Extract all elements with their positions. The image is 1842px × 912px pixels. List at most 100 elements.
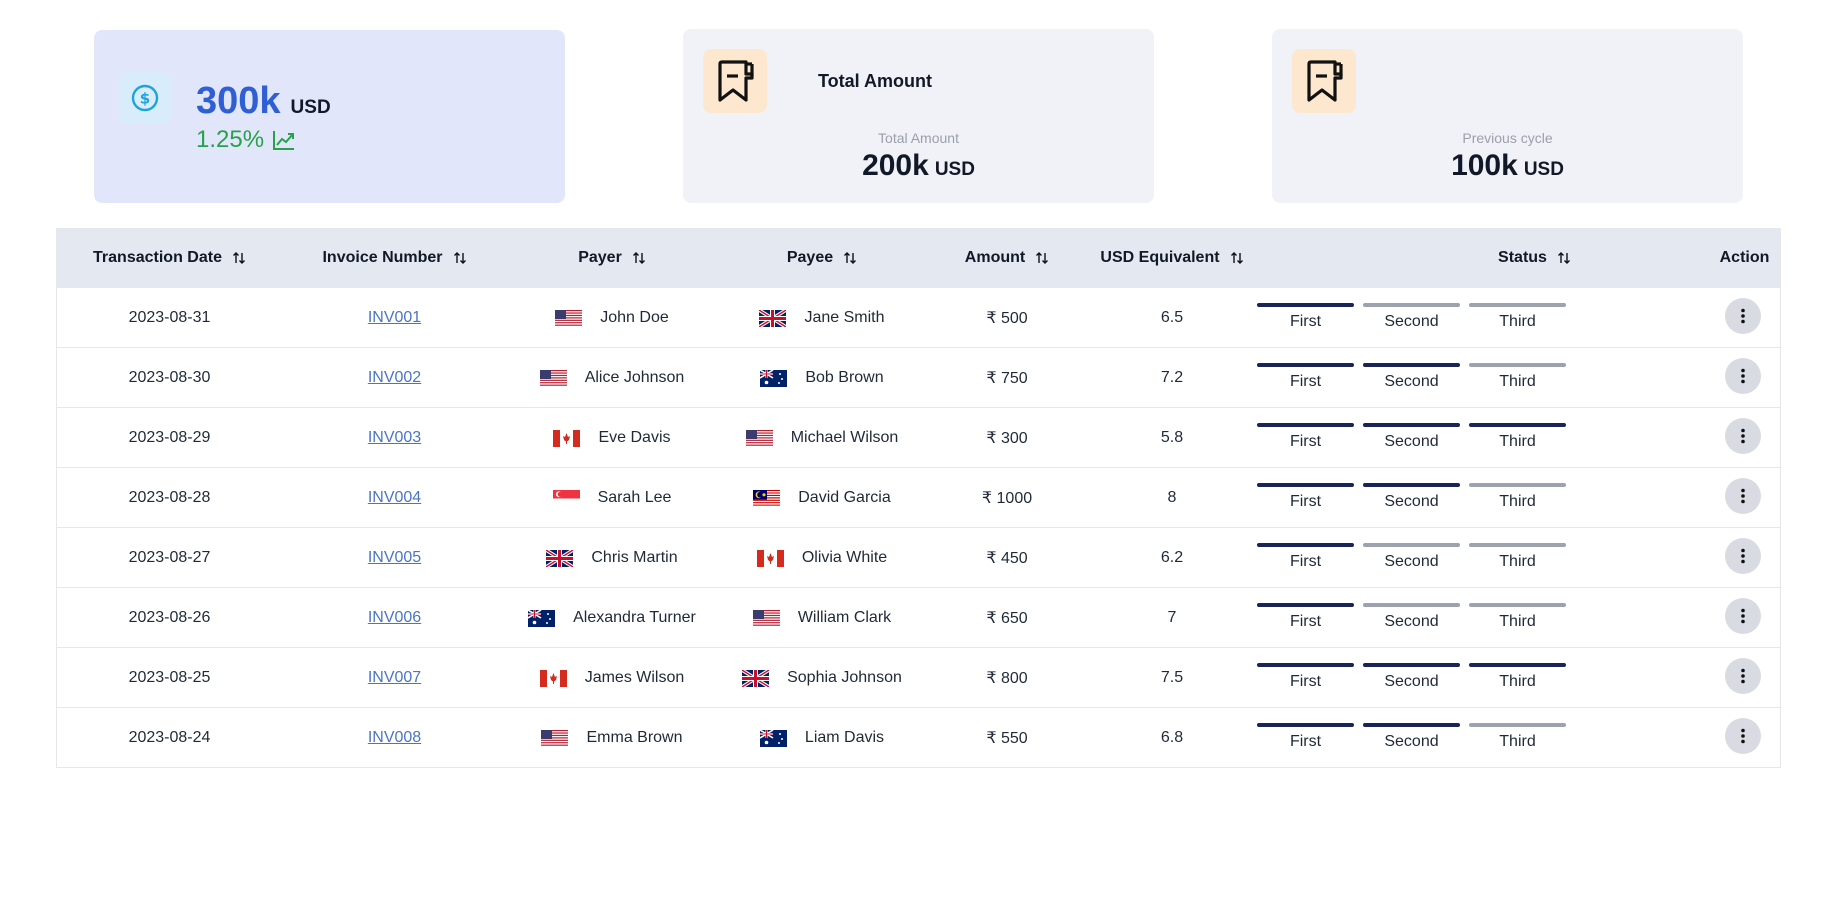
more-actions-button[interactable] (1725, 718, 1761, 754)
status-stepper: First Second Third (1257, 348, 1566, 408)
transaction-date: 2023-08-30 (128, 369, 211, 386)
status-stepper: First Second Third (1257, 288, 1566, 348)
amount: ₹ 800 (986, 670, 1028, 687)
sort-icon[interactable] (1230, 251, 1244, 265)
column-header-label: Action (1719, 249, 1770, 266)
status-step-bar (1363, 423, 1460, 427)
total-amount-number: 200k (862, 149, 929, 182)
status-stepper: First Second Third (1257, 468, 1566, 528)
status-step-label: First (1289, 553, 1322, 570)
invoice-link[interactable]: INV007 (282, 648, 507, 708)
balance-value: 300k USD (196, 80, 331, 123)
previous-cycle-card: Previous cycle 100k USD (1272, 29, 1743, 203)
kebab-menu-icon (1741, 608, 1745, 624)
invoice-link[interactable]: INV001 (282, 288, 507, 348)
status-step-label: First (1289, 373, 1322, 390)
column-header-payer[interactable]: Payer (507, 229, 717, 287)
payer-cell: Eve Davis (507, 408, 717, 468)
trend-up-icon (273, 131, 295, 150)
payee-flag-icon (759, 309, 787, 327)
payee-name: Olivia White (801, 549, 888, 566)
payer-flag-icon (541, 729, 569, 747)
payee-flag-icon (759, 729, 787, 747)
payer-name: John Doe (600, 309, 669, 326)
status-step-label: Second (1384, 613, 1439, 630)
column-header-label: Transaction Date (93, 249, 222, 266)
column-header-label: Status (1498, 249, 1547, 266)
more-actions-button[interactable] (1725, 298, 1761, 334)
column-header-payee[interactable]: Payee (717, 229, 927, 287)
status-step-bar (1257, 543, 1354, 547)
status-step-bar (1363, 723, 1460, 727)
status-stepper: First Second Third (1257, 708, 1566, 768)
invoice-link[interactable]: INV004 (282, 468, 507, 528)
column-header-amount[interactable]: Amount (927, 229, 1087, 287)
sort-icon[interactable] (632, 251, 646, 265)
payee-flag-icon (752, 609, 780, 627)
status-step-label: Third (1499, 433, 1536, 450)
status-step-label: Third (1499, 553, 1536, 570)
previous-cycle-currency: USD (1523, 159, 1564, 180)
payer-flag-icon (539, 369, 567, 387)
sort-icon[interactable] (1557, 251, 1571, 265)
status-step-bar (1257, 603, 1354, 607)
status-step-label: Third (1499, 373, 1536, 390)
column-header-usd-equivalent[interactable]: USD Equivalent (1087, 229, 1257, 287)
svg-text:$: $ (140, 90, 150, 108)
payee-name: Jane Smith (804, 309, 885, 326)
status-step-label: Second (1384, 433, 1439, 450)
sort-icon[interactable] (843, 251, 857, 265)
kebab-menu-icon (1741, 308, 1745, 324)
status-step: First (1257, 483, 1354, 511)
usd-equivalent: 6.2 (1160, 549, 1184, 566)
table-row: 2023-08-25 INV007 James Wilson Sophia Jo… (57, 647, 1780, 707)
growth-percent: 1.25% (196, 126, 265, 153)
sort-icon[interactable] (1035, 251, 1049, 265)
more-actions-button[interactable] (1725, 658, 1761, 694)
transaction-date: 2023-08-29 (128, 429, 211, 446)
status-step: Third (1469, 483, 1566, 511)
invoice-link[interactable]: INV003 (282, 408, 507, 468)
sort-icon[interactable] (453, 251, 467, 265)
status-step: Third (1469, 603, 1566, 631)
total-amount-title: Total Amount (818, 71, 932, 91)
table-row: 2023-08-29 INV003 Eve Davis Michael Wils… (57, 407, 1780, 467)
payee-cell: William Clark (717, 588, 927, 648)
total-amount-subtitle: Total Amount (878, 130, 959, 146)
column-header-status[interactable]: Status (1387, 229, 1682, 287)
status-step-label: First (1289, 433, 1322, 450)
column-header-invoice-number[interactable]: Invoice Number (282, 229, 507, 287)
previous-cycle-subtitle: Previous cycle (1462, 130, 1553, 146)
receipt-icon (703, 49, 767, 113)
status-step: First (1257, 723, 1354, 751)
status-step-label: First (1289, 493, 1322, 510)
status-step-label: Third (1499, 613, 1536, 630)
column-header-transaction-date[interactable]: Transaction Date (57, 229, 282, 287)
more-actions-button[interactable] (1725, 418, 1761, 454)
invoice-link[interactable]: INV005 (282, 528, 507, 588)
payer-name: Alice Johnson (584, 369, 685, 386)
status-step-bar (1257, 363, 1354, 367)
sort-icon[interactable] (232, 251, 246, 265)
payee-name: Bob Brown (805, 369, 884, 386)
status-step: First (1257, 603, 1354, 631)
payer-cell: John Doe (507, 288, 717, 348)
transactions-table: Transaction Date Invoice Number Payer Pa… (56, 228, 1781, 768)
more-actions-button[interactable] (1725, 538, 1761, 574)
status-step: First (1257, 303, 1354, 331)
status-step-label: First (1289, 673, 1322, 690)
more-actions-button[interactable] (1725, 478, 1761, 514)
transaction-date: 2023-08-24 (128, 729, 211, 746)
more-actions-button[interactable] (1725, 598, 1761, 634)
more-actions-button[interactable] (1725, 358, 1761, 394)
status-step-bar (1363, 663, 1460, 667)
status-step-label: Third (1499, 313, 1536, 330)
table-body: 2023-08-31 INV001 John Doe Jane Smith ₹ … (57, 287, 1780, 767)
status-step: First (1257, 543, 1354, 571)
table-row: 2023-08-31 INV001 John Doe Jane Smith ₹ … (57, 287, 1780, 347)
column-header-label: Payer (578, 249, 622, 266)
invoice-link[interactable]: INV008 (282, 708, 507, 768)
status-step-bar (1257, 423, 1354, 427)
invoice-link[interactable]: INV006 (282, 588, 507, 648)
invoice-link[interactable]: INV002 (282, 348, 507, 408)
